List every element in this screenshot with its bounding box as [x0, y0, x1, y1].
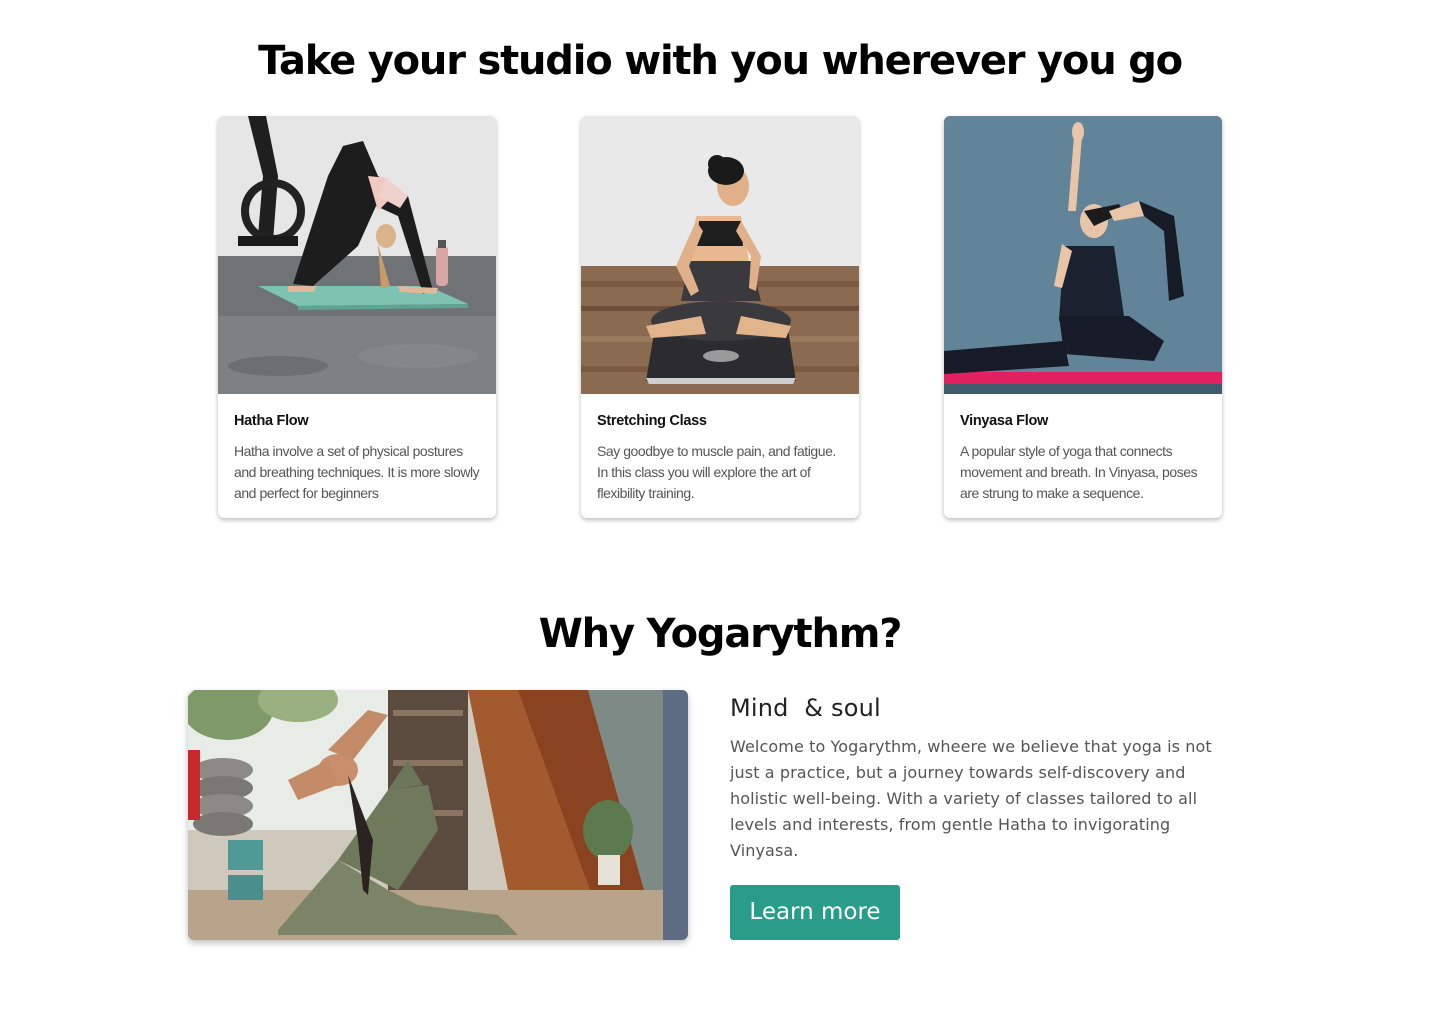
- card-description: Say goodbye to muscle pain, and fatigue.…: [597, 443, 836, 501]
- why-section-text: Mind & soul Welcome to Yogarythm, wheere…: [730, 692, 1240, 864]
- stretching-class-photo: [581, 116, 859, 394]
- card-description: A popular style of yoga that connects mo…: [960, 443, 1198, 501]
- card-title: Hatha Flow: [234, 413, 309, 429]
- class-card-stretching-class[interactable]: Stretching Class Say goodbye to muscle p…: [581, 116, 859, 518]
- card-title: Vinyasa Flow: [960, 413, 1049, 429]
- page: Take your studio with you wherever you g…: [0, 0, 1440, 1024]
- card-description: Hatha involve a set of physical postures…: [234, 443, 480, 501]
- feature-heading: Mind & soul: [730, 694, 881, 722]
- class-card-hatha-flow[interactable]: Hatha Flow Hatha involve a set of physic…: [218, 116, 496, 518]
- hatha-flow-photo: [218, 116, 496, 394]
- feature-body: Welcome to Yogarythm, wheere we believe …: [730, 737, 1212, 860]
- why-section-title: Why Yogarythm?: [538, 611, 903, 657]
- class-cards: Hatha Flow Hatha involve a set of physic…: [218, 116, 1222, 518]
- card-title: Stretching Class: [597, 413, 707, 429]
- why-section-photo: [188, 690, 688, 940]
- studio-section-title: Take your studio with you wherever you g…: [258, 38, 1183, 84]
- vinyasa-flow-photo: [944, 116, 1222, 394]
- class-card-vinyasa-flow[interactable]: Vinyasa Flow A popular style of yoga tha…: [944, 116, 1222, 518]
- learn-more-button[interactable]: Learn more: [730, 885, 900, 940]
